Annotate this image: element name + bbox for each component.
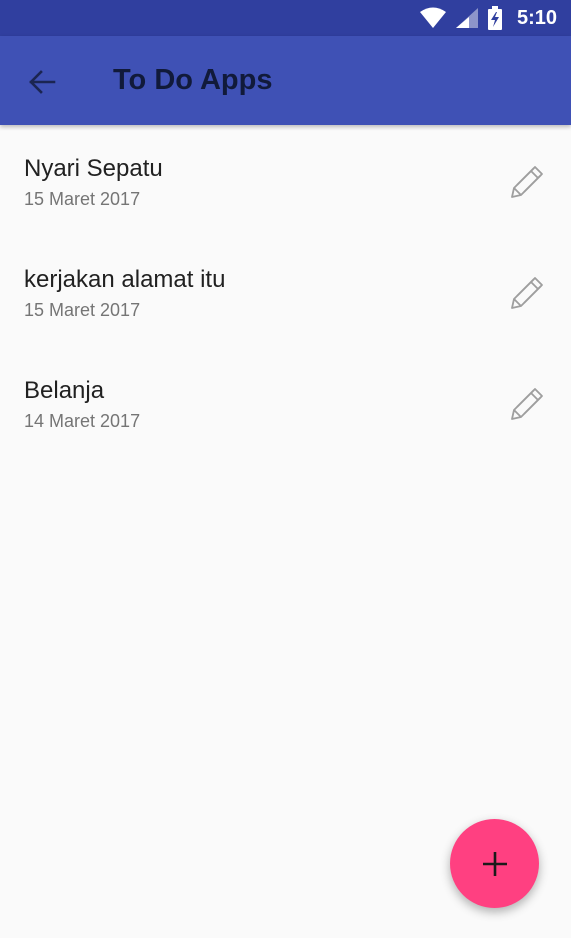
pencil-icon [511,277,543,309]
todo-title: kerjakan alamat itu [24,266,226,293]
app-screen: 5:10 To Do Apps Nyari Sepatu 15 Maret 20… [0,0,571,938]
edit-button[interactable] [506,161,548,203]
pencil-icon [511,166,543,198]
add-todo-button[interactable] [450,819,539,908]
page-title: To Do Apps [113,64,273,96]
cell-signal-icon [455,8,478,28]
list-item[interactable]: Belanja 14 Maret 2017 [0,347,571,458]
battery-charging-icon [487,6,502,30]
wifi-icon [419,7,446,28]
todo-title: Nyari Sepatu [24,155,163,182]
todo-title: Belanja [24,377,105,404]
pencil-icon [511,388,543,420]
arrow-back-icon [29,70,56,94]
screen-edge [571,0,576,938]
edit-button[interactable] [506,383,548,425]
todo-date: 15 Maret 2017 [24,189,141,209]
status-time: 5:10 [516,6,557,29]
edit-button[interactable] [506,272,548,314]
list-item[interactable]: Nyari Sepatu 15 Maret 2017 [0,125,571,236]
todo-date: 15 Maret 2017 [24,300,141,320]
todo-date: 14 Maret 2017 [24,411,141,431]
back-button[interactable] [20,60,64,104]
status-icons: 5:10 [419,0,557,36]
app-bar: To Do Apps [0,36,571,125]
list-item[interactable]: kerjakan alamat itu 15 Maret 2017 [0,236,571,347]
plus-icon [482,851,507,876]
todo-list: Nyari Sepatu 15 Maret 2017 kerjakan alam… [0,125,571,458]
status-bar: 5:10 [0,0,571,36]
